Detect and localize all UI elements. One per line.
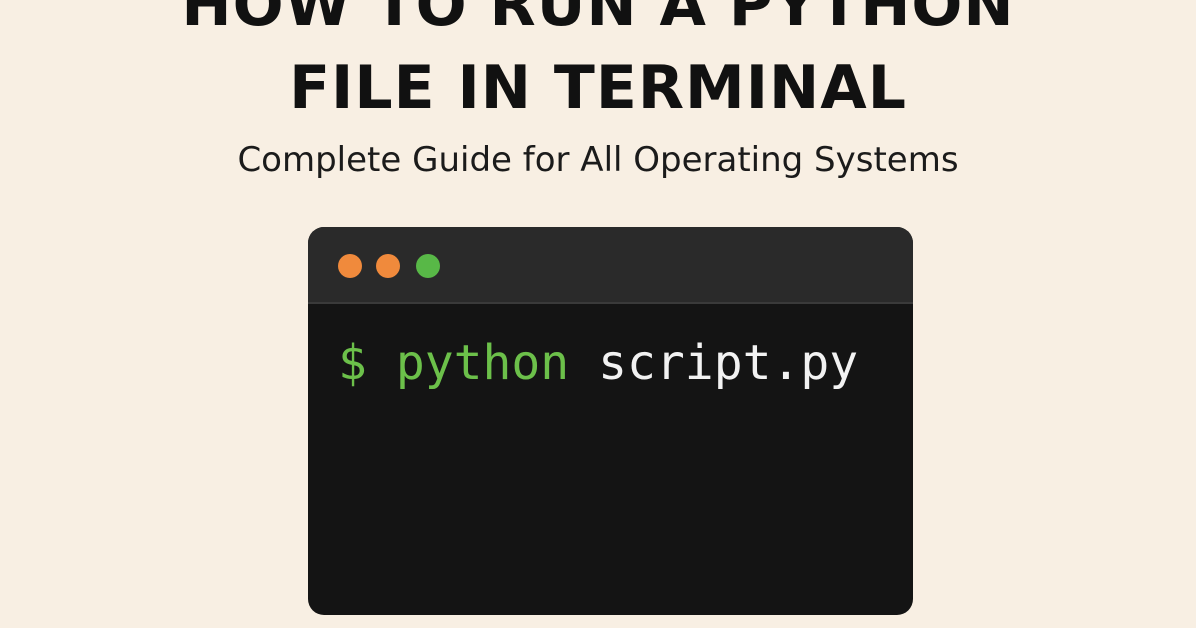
terminal-command: python (395, 335, 570, 391)
terminal-command-line: $ python script.py (338, 335, 858, 391)
window-control-dot-green-icon (416, 254, 440, 278)
terminal-titlebar (308, 227, 913, 304)
window-control-dot-orange-icon (376, 254, 400, 278)
title-line-1: HOW TO RUN A PYTHON (181, 0, 1015, 40)
terminal-window: $ python script.py (308, 227, 913, 615)
subtitle: Complete Guide for All Operating Systems (237, 140, 959, 180)
title-line-2: FILE IN TERMINAL (289, 53, 907, 123)
window-control-dot-orange-icon (338, 254, 362, 278)
terminal-prompt: $ (338, 335, 367, 391)
terminal-argument: script.py (598, 335, 859, 391)
